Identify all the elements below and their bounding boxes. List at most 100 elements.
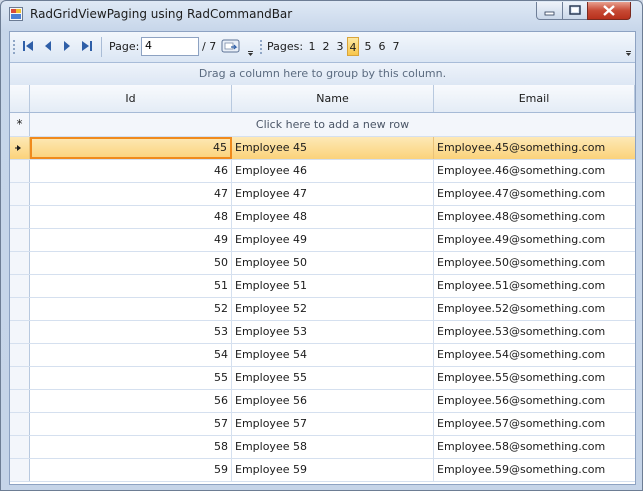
id-cell[interactable]: 49 [30, 229, 232, 251]
table-row[interactable]: 45 Employee 45 Employee.45@something.com [10, 137, 635, 160]
email-cell[interactable]: Employee.50@something.com [434, 252, 635, 274]
email-cell[interactable]: Employee.51@something.com [434, 275, 635, 297]
id-cell[interactable]: 57 [30, 413, 232, 435]
table-row[interactable]: 56 Employee 56 Employee.56@something.com [10, 390, 635, 413]
page-number-input[interactable]: 4 [141, 37, 199, 56]
minimize-button[interactable] [536, 2, 563, 20]
id-cell[interactable]: 52 [30, 298, 232, 320]
table-row[interactable]: 58 Employee 58 Employee.58@something.com [10, 436, 635, 459]
table-row[interactable]: 59 Employee 59 Employee.59@something.com [10, 459, 635, 482]
row-indicator-cell[interactable] [10, 413, 30, 435]
table-row[interactable]: 49 Employee 49 Employee.49@something.com [10, 229, 635, 252]
name-cell[interactable]: Employee 52 [232, 298, 434, 320]
name-cell[interactable]: Employee 53 [232, 321, 434, 343]
name-cell[interactable]: Employee 49 [232, 229, 434, 251]
maximize-button[interactable] [562, 2, 588, 20]
column-header-name[interactable]: Name [232, 85, 434, 112]
next-page-icon[interactable] [60, 39, 74, 53]
page-link-3[interactable]: 3 [334, 40, 346, 53]
new-row[interactable]: * Click here to add a new row [10, 113, 635, 137]
email-cell[interactable]: Employee.57@something.com [434, 413, 635, 435]
table-row[interactable]: 51 Employee 51 Employee.51@something.com [10, 275, 635, 298]
overflow-dropdown-icon-2[interactable] [624, 36, 633, 58]
id-cell[interactable]: 56 [30, 390, 232, 412]
table-row[interactable]: 50 Employee 50 Employee.50@something.com [10, 252, 635, 275]
row-indicator-cell[interactable] [10, 183, 30, 205]
name-cell[interactable]: Employee 56 [232, 390, 434, 412]
name-cell[interactable]: Employee 58 [232, 436, 434, 458]
email-cell[interactable]: Employee.45@something.com [434, 137, 635, 159]
page-link-1[interactable]: 1 [306, 40, 318, 53]
table-row[interactable]: 46 Employee 46 Employee.46@something.com [10, 160, 635, 183]
row-indicator-cell[interactable] [10, 298, 30, 320]
overflow-dropdown-icon[interactable] [246, 36, 255, 58]
title-bar[interactable]: RadGridViewPaging using RadCommandBar [1, 1, 642, 27]
row-indicator-cell[interactable] [10, 275, 30, 297]
last-page-icon[interactable] [80, 39, 94, 53]
table-row[interactable]: 47 Employee 47 Employee.47@something.com [10, 183, 635, 206]
group-panel[interactable]: Drag a column here to group by this colu… [10, 63, 635, 86]
id-cell[interactable]: 58 [30, 436, 232, 458]
email-cell[interactable]: Employee.49@something.com [434, 229, 635, 251]
name-cell[interactable]: Employee 57 [232, 413, 434, 435]
id-cell[interactable]: 47 [30, 183, 232, 205]
email-cell[interactable]: Employee.47@something.com [434, 183, 635, 205]
row-indicator-cell[interactable] [10, 367, 30, 389]
row-indicator-cell[interactable] [10, 321, 30, 343]
name-cell[interactable]: Employee 45 [232, 137, 434, 159]
page-link-4-active[interactable]: 4 [347, 37, 359, 56]
email-cell[interactable]: Employee.56@something.com [434, 390, 635, 412]
row-indicator-cell[interactable] [10, 436, 30, 458]
row-indicator-cell[interactable] [10, 344, 30, 366]
email-cell[interactable]: Employee.53@something.com [434, 321, 635, 343]
name-cell[interactable]: Employee 59 [232, 459, 434, 481]
row-indicator-cell[interactable] [10, 459, 30, 481]
page-link-5[interactable]: 5 [362, 40, 374, 53]
id-cell[interactable]: 48 [30, 206, 232, 228]
row-indicator-cell[interactable] [10, 229, 30, 251]
row-indicator-cell[interactable] [10, 160, 30, 182]
first-page-icon[interactable] [21, 39, 35, 53]
id-cell[interactable]: 46 [30, 160, 232, 182]
name-cell[interactable]: Employee 48 [232, 206, 434, 228]
table-row[interactable]: 52 Employee 52 Employee.52@something.com [10, 298, 635, 321]
id-cell[interactable]: 45 [30, 137, 232, 159]
name-cell[interactable]: Employee 47 [232, 183, 434, 205]
close-button[interactable] [587, 2, 631, 20]
id-cell[interactable]: 59 [30, 459, 232, 481]
table-row[interactable]: 55 Employee 55 Employee.55@something.com [10, 367, 635, 390]
go-to-page-icon[interactable] [221, 38, 241, 55]
table-row[interactable]: 54 Employee 54 Employee.54@something.com [10, 344, 635, 367]
table-row[interactable]: 53 Employee 53 Employee.53@something.com [10, 321, 635, 344]
id-cell[interactable]: 55 [30, 367, 232, 389]
page-link-2[interactable]: 2 [320, 40, 332, 53]
row-indicator-cell[interactable] [10, 137, 30, 159]
table-row[interactable]: 48 Employee 48 Employee.48@something.com [10, 206, 635, 229]
name-cell[interactable]: Employee 46 [232, 160, 434, 182]
email-cell[interactable]: Employee.54@something.com [434, 344, 635, 366]
previous-page-icon[interactable] [41, 39, 55, 53]
name-cell[interactable]: Employee 51 [232, 275, 434, 297]
row-indicator-cell[interactable] [10, 252, 30, 274]
email-cell[interactable]: Employee.55@something.com [434, 367, 635, 389]
name-cell[interactable]: Employee 55 [232, 367, 434, 389]
name-cell[interactable]: Employee 54 [232, 344, 434, 366]
email-cell[interactable]: Employee.48@something.com [434, 206, 635, 228]
row-indicator-cell[interactable] [10, 390, 30, 412]
id-cell[interactable]: 51 [30, 275, 232, 297]
id-cell[interactable]: 53 [30, 321, 232, 343]
toolbar-grip[interactable] [13, 40, 15, 54]
email-cell[interactable]: Employee.52@something.com [434, 298, 635, 320]
id-cell[interactable]: 50 [30, 252, 232, 274]
page-link-7[interactable]: 7 [390, 40, 402, 53]
email-cell[interactable]: Employee.58@something.com [434, 436, 635, 458]
email-cell[interactable]: Employee.59@something.com [434, 459, 635, 481]
email-cell[interactable]: Employee.46@something.com [434, 160, 635, 182]
id-cell[interactable]: 54 [30, 344, 232, 366]
add-new-row-text[interactable]: Click here to add a new row [30, 113, 635, 136]
table-row[interactable]: 57 Employee 57 Employee.57@something.com [10, 413, 635, 436]
page-link-6[interactable]: 6 [376, 40, 388, 53]
toolbar-grip-2[interactable] [260, 40, 262, 54]
column-header-id[interactable]: Id [30, 85, 232, 112]
column-header-email[interactable]: Email [434, 85, 635, 112]
